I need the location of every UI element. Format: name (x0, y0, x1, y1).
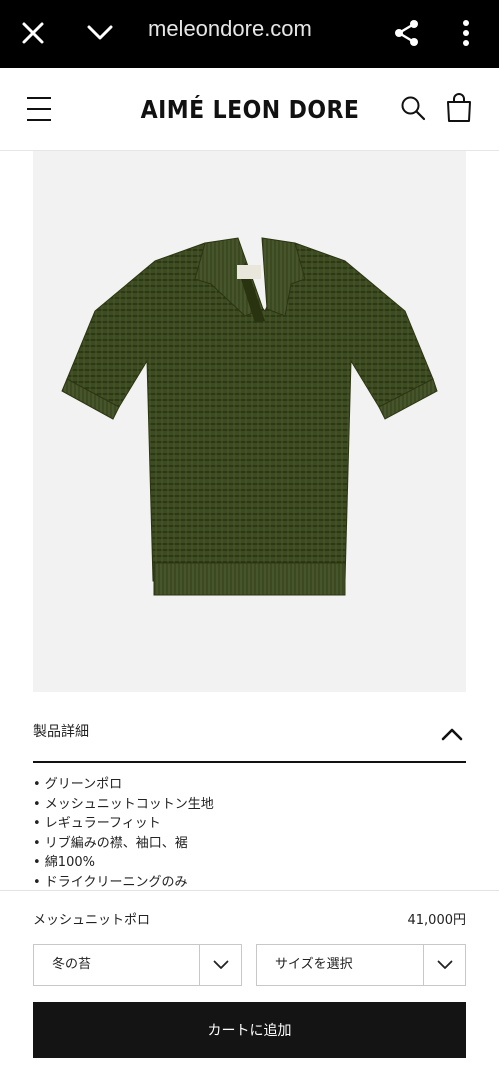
purchase-panel: メッシュニットポロ 41,000円 冬の苔 サイズを選択 カートに追加 (0, 890, 499, 1080)
color-select-value: 冬の苔 (52, 957, 92, 972)
product-image[interactable] (33, 151, 466, 692)
product-price: 41,000円 (407, 913, 467, 928)
details-item-fit: • レギュラーフィット (33, 816, 161, 831)
size-select[interactable]: サイズを選択 (256, 944, 466, 986)
color-select[interactable]: 冬の苔 (33, 944, 242, 986)
polo-shirt-illustration (61, 237, 438, 596)
chevron-up-icon[interactable] (438, 720, 466, 748)
share-icon[interactable] (384, 10, 430, 56)
site-header: AIMÉ LEON DORE (0, 68, 499, 151)
product-name: メッシュニットポロ (33, 913, 151, 928)
details-list: • グリーンポロ • メッシュニットコットン生地 • レギュラーフィット • リ… (33, 775, 466, 892)
details-item-fabric: • メッシュニットコットン生地 (33, 796, 214, 812)
details-accordion-header[interactable]: 製品詳細 (33, 700, 466, 763)
shopping-bag-icon[interactable] (441, 90, 477, 126)
close-icon[interactable] (10, 10, 56, 56)
browser-toolbar: meleondore.com (0, 0, 499, 68)
chevron-down-icon[interactable] (77, 10, 123, 56)
search-icon[interactable] (395, 90, 431, 126)
details-item-color: • グリーンポロ (33, 777, 123, 792)
hamburger-menu-icon[interactable] (22, 92, 56, 126)
chevron-down-icon (200, 945, 241, 985)
more-vertical-icon[interactable] (443, 10, 489, 56)
url-bar[interactable]: meleondore.com (148, 14, 368, 44)
chevron-down-icon (424, 945, 465, 985)
details-title: 製品詳細 (33, 724, 89, 740)
details-item-rib: • リブ編みの襟、袖口、裾 (33, 835, 188, 851)
details-item-material: • 綿100% (33, 855, 95, 870)
size-select-value: サイズを選択 (275, 957, 353, 972)
add-to-cart-button[interactable]: カートに追加 (33, 1002, 466, 1058)
brand-logo[interactable]: AIMÉ LEON DORE (136, 92, 365, 128)
